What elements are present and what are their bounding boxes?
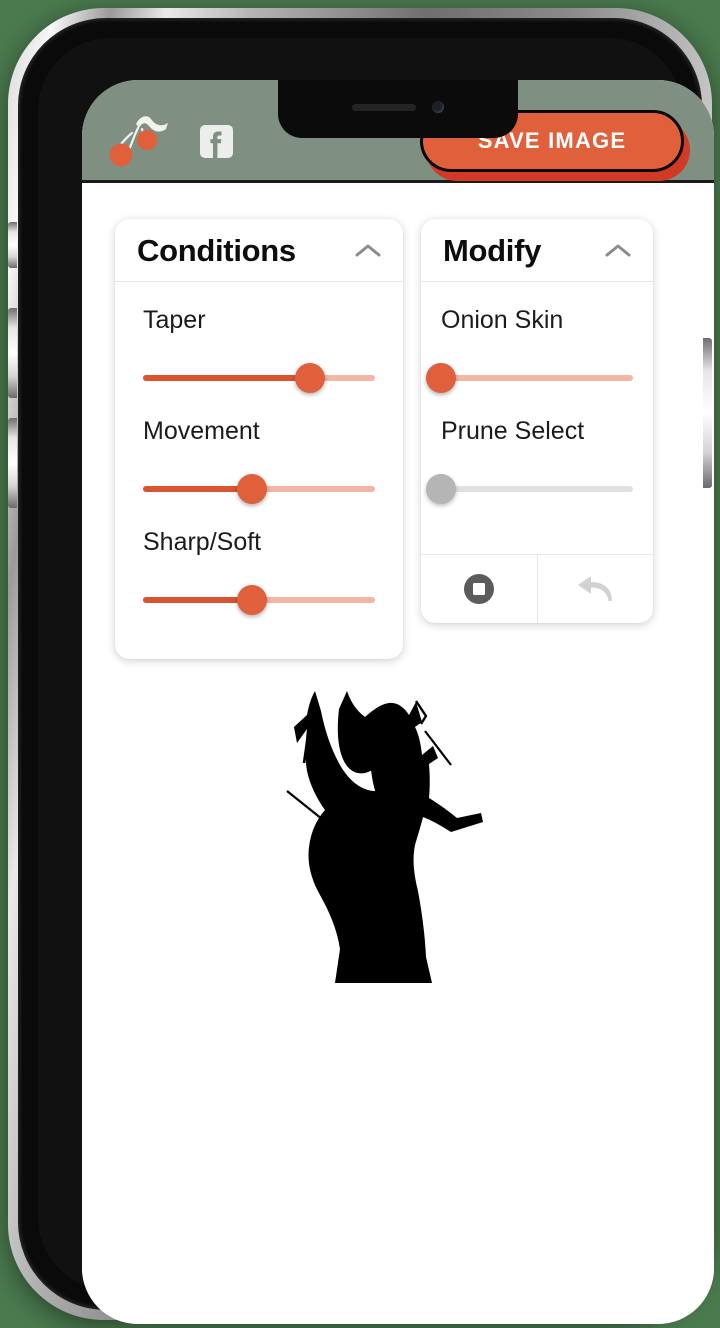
- slider-track-onion-skin: [441, 375, 633, 381]
- slider-prune-select[interactable]: [426, 472, 633, 506]
- slider-group-prune-select: Prune Select: [421, 417, 653, 506]
- panel-modify-title: Modify: [443, 233, 542, 268]
- phone-frame-inner: SAVE IMAGE Conditions Taper Movement Sha…: [18, 18, 714, 1324]
- slider-label-prune-select: Prune Select: [441, 417, 585, 445]
- panel-modify-body: Onion Skin Prune Select: [421, 282, 653, 554]
- slider-thumb-sharp-soft[interactable]: [237, 585, 268, 615]
- slider-fill-taper: [143, 375, 311, 381]
- earpiece-speaker-icon: [352, 103, 416, 111]
- phone-bezel: SAVE IMAGE Conditions Taper Movement Sha…: [38, 38, 714, 1324]
- slider-group-onion-skin: Onion Skin: [421, 306, 653, 395]
- panel-conditions-body: Taper Movement Sharp/Soft: [115, 282, 403, 659]
- tree-canvas[interactable]: [82, 679, 714, 1002]
- power-button[interactable]: [703, 338, 712, 488]
- slider-group-movement: Movement: [115, 417, 403, 506]
- slider-group-taper: Taper: [115, 306, 403, 395]
- slider-fill-movement: [143, 486, 253, 492]
- control-panels-row: Conditions Taper Movement Sharp/Soft Mod…: [82, 186, 714, 659]
- slider-thumb-onion-skin[interactable]: [426, 363, 456, 393]
- slider-movement[interactable]: [143, 472, 375, 506]
- slider-sharp-soft[interactable]: [143, 583, 375, 617]
- phone-frame: SAVE IMAGE Conditions Taper Movement Sha…: [8, 8, 714, 1324]
- chevron-up-icon[interactable]: [339, 242, 383, 260]
- slider-track-prune-select: [441, 486, 633, 492]
- phone-notch: [278, 80, 518, 138]
- panel-conditions-title: Conditions: [137, 233, 296, 268]
- slider-thumb-prune-select[interactable]: [426, 474, 456, 504]
- bonsai-tree-silhouette: [286, 691, 483, 983]
- slider-label-onion-skin: Onion Skin: [441, 306, 564, 334]
- volume-down-button[interactable]: [8, 418, 17, 508]
- slider-label-taper: Taper: [143, 306, 206, 334]
- panel-modify-actions: [421, 554, 653, 623]
- panel-conditions-header[interactable]: Conditions: [115, 219, 403, 282]
- silent-switch-button[interactable]: [8, 222, 17, 268]
- slider-label-movement: Movement: [143, 417, 260, 445]
- slider-group-sharp-soft: Sharp/Soft: [115, 528, 403, 617]
- cherry-branch-logo[interactable]: [102, 112, 174, 170]
- facebook-icon[interactable]: [200, 124, 233, 158]
- slider-thumb-movement[interactable]: [237, 474, 268, 504]
- chevron-up-icon[interactable]: [589, 242, 633, 260]
- front-camera-icon: [432, 101, 444, 113]
- panel-modify: Modify Onion Skin Prune Select: [421, 219, 653, 623]
- slider-taper[interactable]: [143, 361, 375, 395]
- volume-up-button[interactable]: [8, 308, 17, 398]
- app-body: Conditions Taper Movement Sharp/Soft Mod…: [82, 186, 714, 1324]
- slider-thumb-taper[interactable]: [295, 363, 326, 393]
- slider-fill-sharp-soft: [143, 597, 253, 603]
- panel-conditions: Conditions Taper Movement Sharp/Soft: [115, 219, 403, 659]
- stop-button[interactable]: [421, 555, 537, 623]
- slider-label-sharp-soft: Sharp/Soft: [143, 528, 262, 556]
- panel-modify-header[interactable]: Modify: [421, 219, 653, 282]
- undo-button[interactable]: [536, 555, 654, 623]
- slider-onion-skin[interactable]: [426, 361, 633, 395]
- phone-screen: SAVE IMAGE Conditions Taper Movement Sha…: [82, 80, 714, 1324]
